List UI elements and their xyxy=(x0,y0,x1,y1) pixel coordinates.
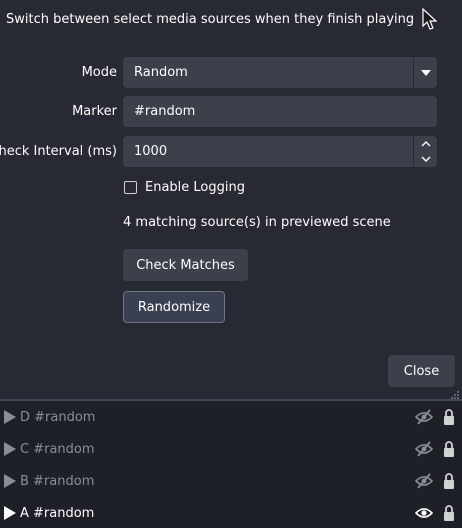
enable-logging-checkbox[interactable] xyxy=(124,181,137,194)
lock-icon[interactable] xyxy=(442,504,456,522)
spin-up-icon[interactable] xyxy=(414,136,437,151)
randomize-button[interactable]: Randomize xyxy=(123,291,225,323)
interval-value: 1000 xyxy=(134,144,168,159)
marker-label: Marker xyxy=(72,104,117,119)
enable-logging-label: Enable Logging xyxy=(145,180,245,195)
mouse-cursor-icon xyxy=(422,8,438,30)
source-row-b[interactable]: B #random xyxy=(0,465,462,497)
source-row-d[interactable]: D #random xyxy=(0,401,462,433)
eye-hidden-icon[interactable] xyxy=(415,441,433,457)
source-row-c[interactable]: C #random xyxy=(0,433,462,465)
spin-down-icon[interactable] xyxy=(414,151,437,166)
marker-value: #random xyxy=(134,104,196,119)
source-name: B #random xyxy=(20,473,95,489)
script-settings-dialog: Switch between select media sources when… xyxy=(0,0,462,399)
eye-hidden-icon[interactable] xyxy=(415,473,433,489)
sources-list: D #random C #random B #random A #random xyxy=(0,401,462,528)
eye-hidden-icon[interactable] xyxy=(415,409,433,425)
interval-spinbox[interactable]: 1000 xyxy=(123,136,437,167)
check-matches-button[interactable]: Check Matches xyxy=(123,249,248,281)
mode-value: Random xyxy=(134,65,188,80)
media-play-icon[interactable] xyxy=(4,474,16,488)
mode-combobox[interactable]: Random xyxy=(123,57,437,88)
media-play-icon[interactable] xyxy=(4,506,16,520)
lock-icon[interactable] xyxy=(442,472,456,490)
source-name: D #random xyxy=(20,409,96,425)
lock-icon[interactable] xyxy=(442,440,456,458)
close-button[interactable]: Close xyxy=(388,355,455,387)
source-row-a[interactable]: A #random xyxy=(0,497,462,528)
eye-visible-icon[interactable] xyxy=(415,505,433,521)
mode-label: Mode xyxy=(81,65,117,80)
chevron-down-icon[interactable] xyxy=(413,57,437,88)
lock-icon[interactable] xyxy=(442,408,456,426)
enable-logging-row[interactable]: Enable Logging xyxy=(124,180,245,195)
source-name: A #random xyxy=(20,505,95,521)
dialog-description: Switch between select media sources when… xyxy=(6,12,415,27)
matching-sources-info: 4 matching source(s) in previewed scene xyxy=(123,215,391,230)
source-name: C #random xyxy=(20,441,95,457)
interval-label: Check Interval (ms) xyxy=(0,144,117,159)
media-play-icon[interactable] xyxy=(4,442,16,456)
marker-input[interactable]: #random xyxy=(123,96,437,127)
media-play-icon[interactable] xyxy=(4,410,16,424)
